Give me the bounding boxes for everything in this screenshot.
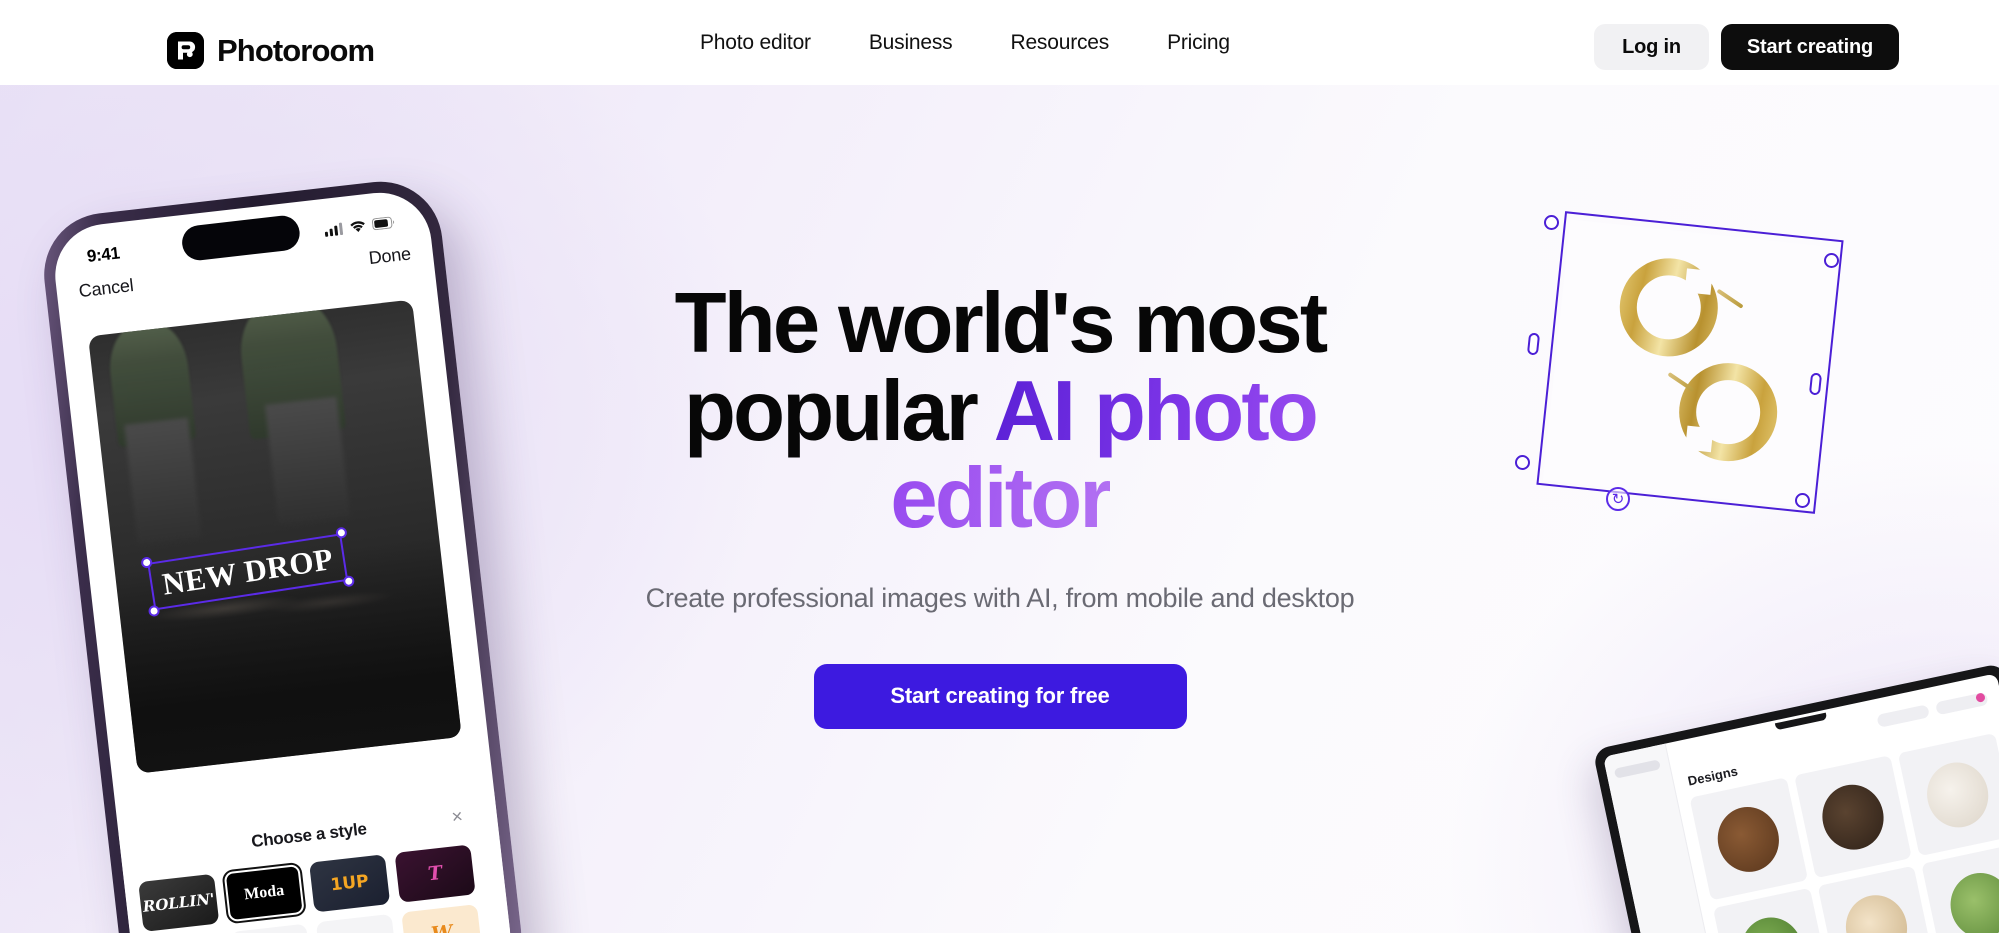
style-card-story[interactable]: Story	[315, 913, 398, 933]
resize-handle-left-middle[interactable]	[1526, 332, 1541, 356]
laptop-body: Designs	[1592, 662, 1999, 933]
style-card-1up[interactable]: 1UP	[309, 854, 391, 913]
style-card-moda[interactable]: Moda	[223, 863, 305, 923]
selection-frame[interactable]	[1536, 211, 1844, 514]
status-icons	[324, 215, 396, 237]
photoroom-logo-icon	[167, 32, 204, 69]
battery-icon	[371, 216, 395, 231]
earrings-selection-scene: ↻	[1515, 211, 1890, 545]
hero-section: 9:41 Cancel Done NEW DROP Choose a style…	[0, 85, 1999, 933]
start-creating-for-free-button[interactable]: Start creating for free	[813, 663, 1187, 729]
laptop-toolbar	[1876, 691, 1989, 728]
status-time: 9:41	[85, 243, 121, 266]
rotate-icon[interactable]: ↻	[1606, 487, 1630, 511]
style-panel: Choose a style × ROLLIN' Moda 1UP T log'…	[118, 791, 516, 933]
dynamic-island	[180, 213, 302, 263]
phone-screen: 9:41 Cancel Done NEW DROP Choose a style…	[49, 187, 516, 933]
hero-subtitle: Create professional images with AI, from…	[645, 582, 1355, 613]
phone-mockup: 9:41 Cancel Done NEW DROP Choose a style…	[37, 172, 559, 933]
page-title: The world's most popular AI photo editor	[590, 280, 1410, 543]
laptop-camera-notch	[1774, 712, 1828, 731]
nav-item-photo-editor[interactable]: Photo editor	[700, 31, 811, 55]
photo-canvas[interactable]: NEW DROP	[88, 299, 462, 774]
phone-body: 9:41 Cancel Done NEW DROP Choose a style…	[37, 175, 528, 933]
cellular-signal-icon	[324, 222, 344, 237]
nav-item-business[interactable]: Business	[869, 31, 953, 55]
logo-text: Photoroom	[217, 33, 375, 68]
style-card-pink[interactable]: T	[394, 844, 476, 903]
header-actions: Log in Start creating	[1594, 24, 1899, 70]
done-button[interactable]: Done	[368, 243, 412, 269]
pot-decoration	[264, 396, 351, 525]
start-creating-button[interactable]: Start creating	[1720, 24, 1899, 70]
laptop-screen: Designs	[1603, 673, 1999, 933]
nav-item-resources[interactable]: Resources	[1010, 31, 1109, 55]
style-card-written[interactable]: written	[230, 923, 312, 933]
pot-decoration	[124, 417, 202, 545]
laptop-mockup: Designs	[1592, 662, 1999, 933]
resize-handle-top-right[interactable]	[1824, 253, 1839, 268]
main-nav: Photo editor Business Resources Pricing	[700, 0, 1230, 85]
resize-handle-bottom-left[interactable]	[1515, 455, 1530, 470]
nav-item-pricing[interactable]: Pricing	[1167, 31, 1230, 55]
resize-handle-top-left[interactable]	[1544, 215, 1559, 230]
site-header: Photoroom Photo editor Business Resource…	[0, 0, 1999, 85]
cancel-button[interactable]: Cancel	[78, 275, 135, 302]
wifi-icon	[350, 220, 365, 232]
style-card-orange[interactable]: W	[401, 904, 483, 933]
grid-tile[interactable]	[1817, 865, 1936, 933]
grid-tile[interactable]	[1898, 732, 1999, 857]
style-panel-title: Choose a style	[250, 819, 368, 852]
hero-copy: The world's most popular AI photo editor…	[590, 280, 1410, 729]
toolbar-button[interactable]	[1876, 704, 1930, 728]
login-button[interactable]: Log in	[1594, 24, 1709, 70]
resize-handle-top-right[interactable]	[335, 526, 348, 540]
grid-tile[interactable]	[1793, 755, 1913, 879]
close-icon[interactable]: ×	[451, 806, 464, 828]
resize-handle-bottom-right[interactable]	[1795, 493, 1810, 508]
logo[interactable]: Photoroom	[167, 32, 375, 69]
sidebar-chip	[1613, 759, 1661, 779]
grid-tile[interactable]	[1689, 777, 1808, 901]
laptop-heading: Designs	[1686, 763, 1740, 789]
style-card-rollin[interactable]: ROLLIN'	[138, 873, 220, 932]
grid-tile[interactable]	[1921, 843, 1999, 933]
